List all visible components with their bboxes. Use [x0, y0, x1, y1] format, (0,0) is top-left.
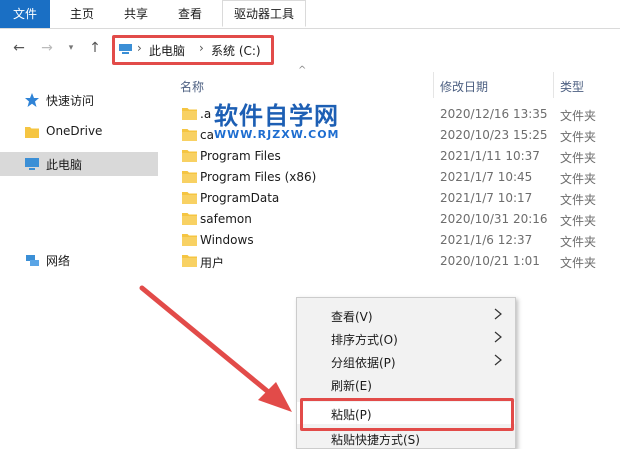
folder-icon	[182, 150, 197, 162]
sort-indicator-icon: ^	[298, 65, 307, 76]
tab-drive-tools[interactable]: 驱动器工具	[222, 0, 306, 27]
file-name: Program Files	[200, 149, 281, 163]
chevron-right-icon	[494, 354, 502, 366]
file-name: 用户	[200, 256, 225, 270]
chevron-right-icon	[494, 308, 502, 320]
navigation-bar: ← → ▾ ↑ › 此电脑 › 系统 (C:)	[0, 29, 620, 69]
file-type: 文件夹	[560, 193, 597, 207]
folder-icon	[182, 108, 197, 120]
folder-icon	[182, 234, 197, 246]
file-date: 2021/1/7 10:45	[440, 170, 533, 184]
sidebar-item-label: 此电脑	[46, 158, 83, 172]
sidebar-item-this-pc[interactable]: 此电脑	[0, 152, 158, 176]
file-name: .a	[200, 107, 212, 121]
watermark-title: 软件自学网	[214, 102, 339, 130]
menu-item-group-by[interactable]: 分组依据(P)	[297, 350, 515, 372]
file-type: 文件夹	[560, 151, 597, 165]
file-name: ca	[200, 128, 214, 142]
navigation-pane: 快速访问 OneDrive 此电脑 网络	[0, 70, 160, 441]
tab-share[interactable]: 共享	[114, 0, 158, 28]
folder-icon	[182, 255, 197, 267]
column-divider[interactable]	[433, 72, 434, 98]
sidebar-item-network[interactable]: 网络	[0, 248, 158, 272]
back-button[interactable]: ←	[10, 37, 28, 59]
file-date: 2020/10/23 15:25	[440, 128, 548, 142]
column-divider[interactable]	[553, 72, 554, 98]
tab-file[interactable]: 文件	[0, 0, 50, 28]
ribbon: 文件 主页 共享 查看 驱动器工具	[0, 0, 620, 29]
file-row[interactable]: Program Files (x86) 2021/1/7 10:45 文件夹	[176, 167, 620, 188]
column-header-name[interactable]: 名称	[180, 78, 204, 95]
menu-item-label: 刷新(E)	[331, 379, 372, 393]
file-row[interactable]: ProgramData 2021/1/7 10:17 文件夹	[176, 188, 620, 209]
file-date: 2020/10/21 1:01	[440, 254, 540, 268]
sidebar-item-label: 快速访问	[46, 94, 95, 108]
file-type: 文件夹	[560, 172, 597, 186]
menu-item-label: 排序方式(O)	[331, 333, 398, 347]
breadcrumb-drive-c[interactable]: 系统 (C:)	[211, 42, 261, 59]
tab-home[interactable]: 主页	[60, 0, 104, 28]
sidebar-item-label: 网络	[46, 254, 71, 268]
menu-item-label: 查看(V)	[331, 310, 373, 324]
breadcrumb-this-pc[interactable]: 此电脑	[149, 42, 185, 59]
file-row[interactable]: 用户 2020/10/21 1:01 文件夹	[176, 251, 620, 272]
recent-locations-button[interactable]: ▾	[62, 37, 80, 59]
file-name: Windows	[200, 233, 254, 247]
address-bar[interactable]: › 此电脑 › 系统 (C:)	[112, 35, 274, 65]
file-type: 文件夹	[560, 130, 597, 144]
sidebar-item-quick-access[interactable]: 快速访问	[0, 88, 158, 112]
file-row[interactable]: safemon 2020/10/31 20:16 文件夹	[176, 209, 620, 230]
file-date: 2020/12/16 13:35	[440, 107, 548, 121]
sidebar-item-onedrive[interactable]: OneDrive	[0, 120, 158, 144]
folder-icon	[182, 192, 197, 204]
folder-icon	[182, 213, 197, 225]
folder-icon	[182, 171, 197, 183]
file-row[interactable]: Windows 2021/1/6 12:37 文件夹	[176, 230, 620, 251]
chevron-right-icon	[494, 331, 502, 343]
column-header-type[interactable]: 类型	[560, 78, 584, 95]
up-button[interactable]: ↑	[86, 37, 104, 59]
file-name: safemon	[200, 212, 252, 226]
file-row[interactable]: Program Files 2021/1/11 10:37 文件夹	[176, 146, 620, 167]
computer-icon	[25, 158, 39, 170]
star-icon	[25, 93, 39, 107]
file-type: 文件夹	[560, 214, 597, 228]
file-type: 文件夹	[560, 256, 597, 270]
file-date: 2021/1/11 10:37	[440, 149, 540, 163]
computer-icon	[119, 44, 132, 54]
menu-item-label: 分组依据(P)	[331, 356, 396, 370]
forward-button[interactable]: →	[38, 37, 56, 59]
breadcrumb-separator: ›	[199, 41, 204, 55]
folder-icon	[182, 129, 197, 141]
menu-item-sort-by[interactable]: 排序方式(O)	[297, 327, 515, 349]
file-type: 文件夹	[560, 235, 597, 249]
menu-item-label: 粘贴快捷方式(S)	[331, 433, 420, 447]
network-icon	[26, 255, 39, 266]
file-date: 2020/10/31 20:16	[440, 212, 548, 226]
tab-view[interactable]: 查看	[166, 0, 214, 28]
file-date: 2021/1/6 12:37	[440, 233, 533, 247]
menu-item-view[interactable]: 查看(V)	[297, 304, 515, 326]
breadcrumb-separator: ›	[137, 41, 142, 55]
file-name: Program Files (x86)	[200, 170, 317, 184]
watermark-url: WWW.RJZXW.COM	[214, 128, 340, 141]
folder-icon	[25, 127, 39, 138]
menu-item-refresh[interactable]: 刷新(E)	[297, 373, 515, 395]
column-header-date[interactable]: 修改日期	[440, 78, 488, 95]
file-name: ProgramData	[200, 191, 280, 205]
sidebar-item-label: OneDrive	[46, 124, 103, 138]
paste-highlight-box	[300, 398, 514, 431]
file-date: 2021/1/7 10:17	[440, 191, 533, 205]
file-type: 文件夹	[560, 109, 597, 123]
